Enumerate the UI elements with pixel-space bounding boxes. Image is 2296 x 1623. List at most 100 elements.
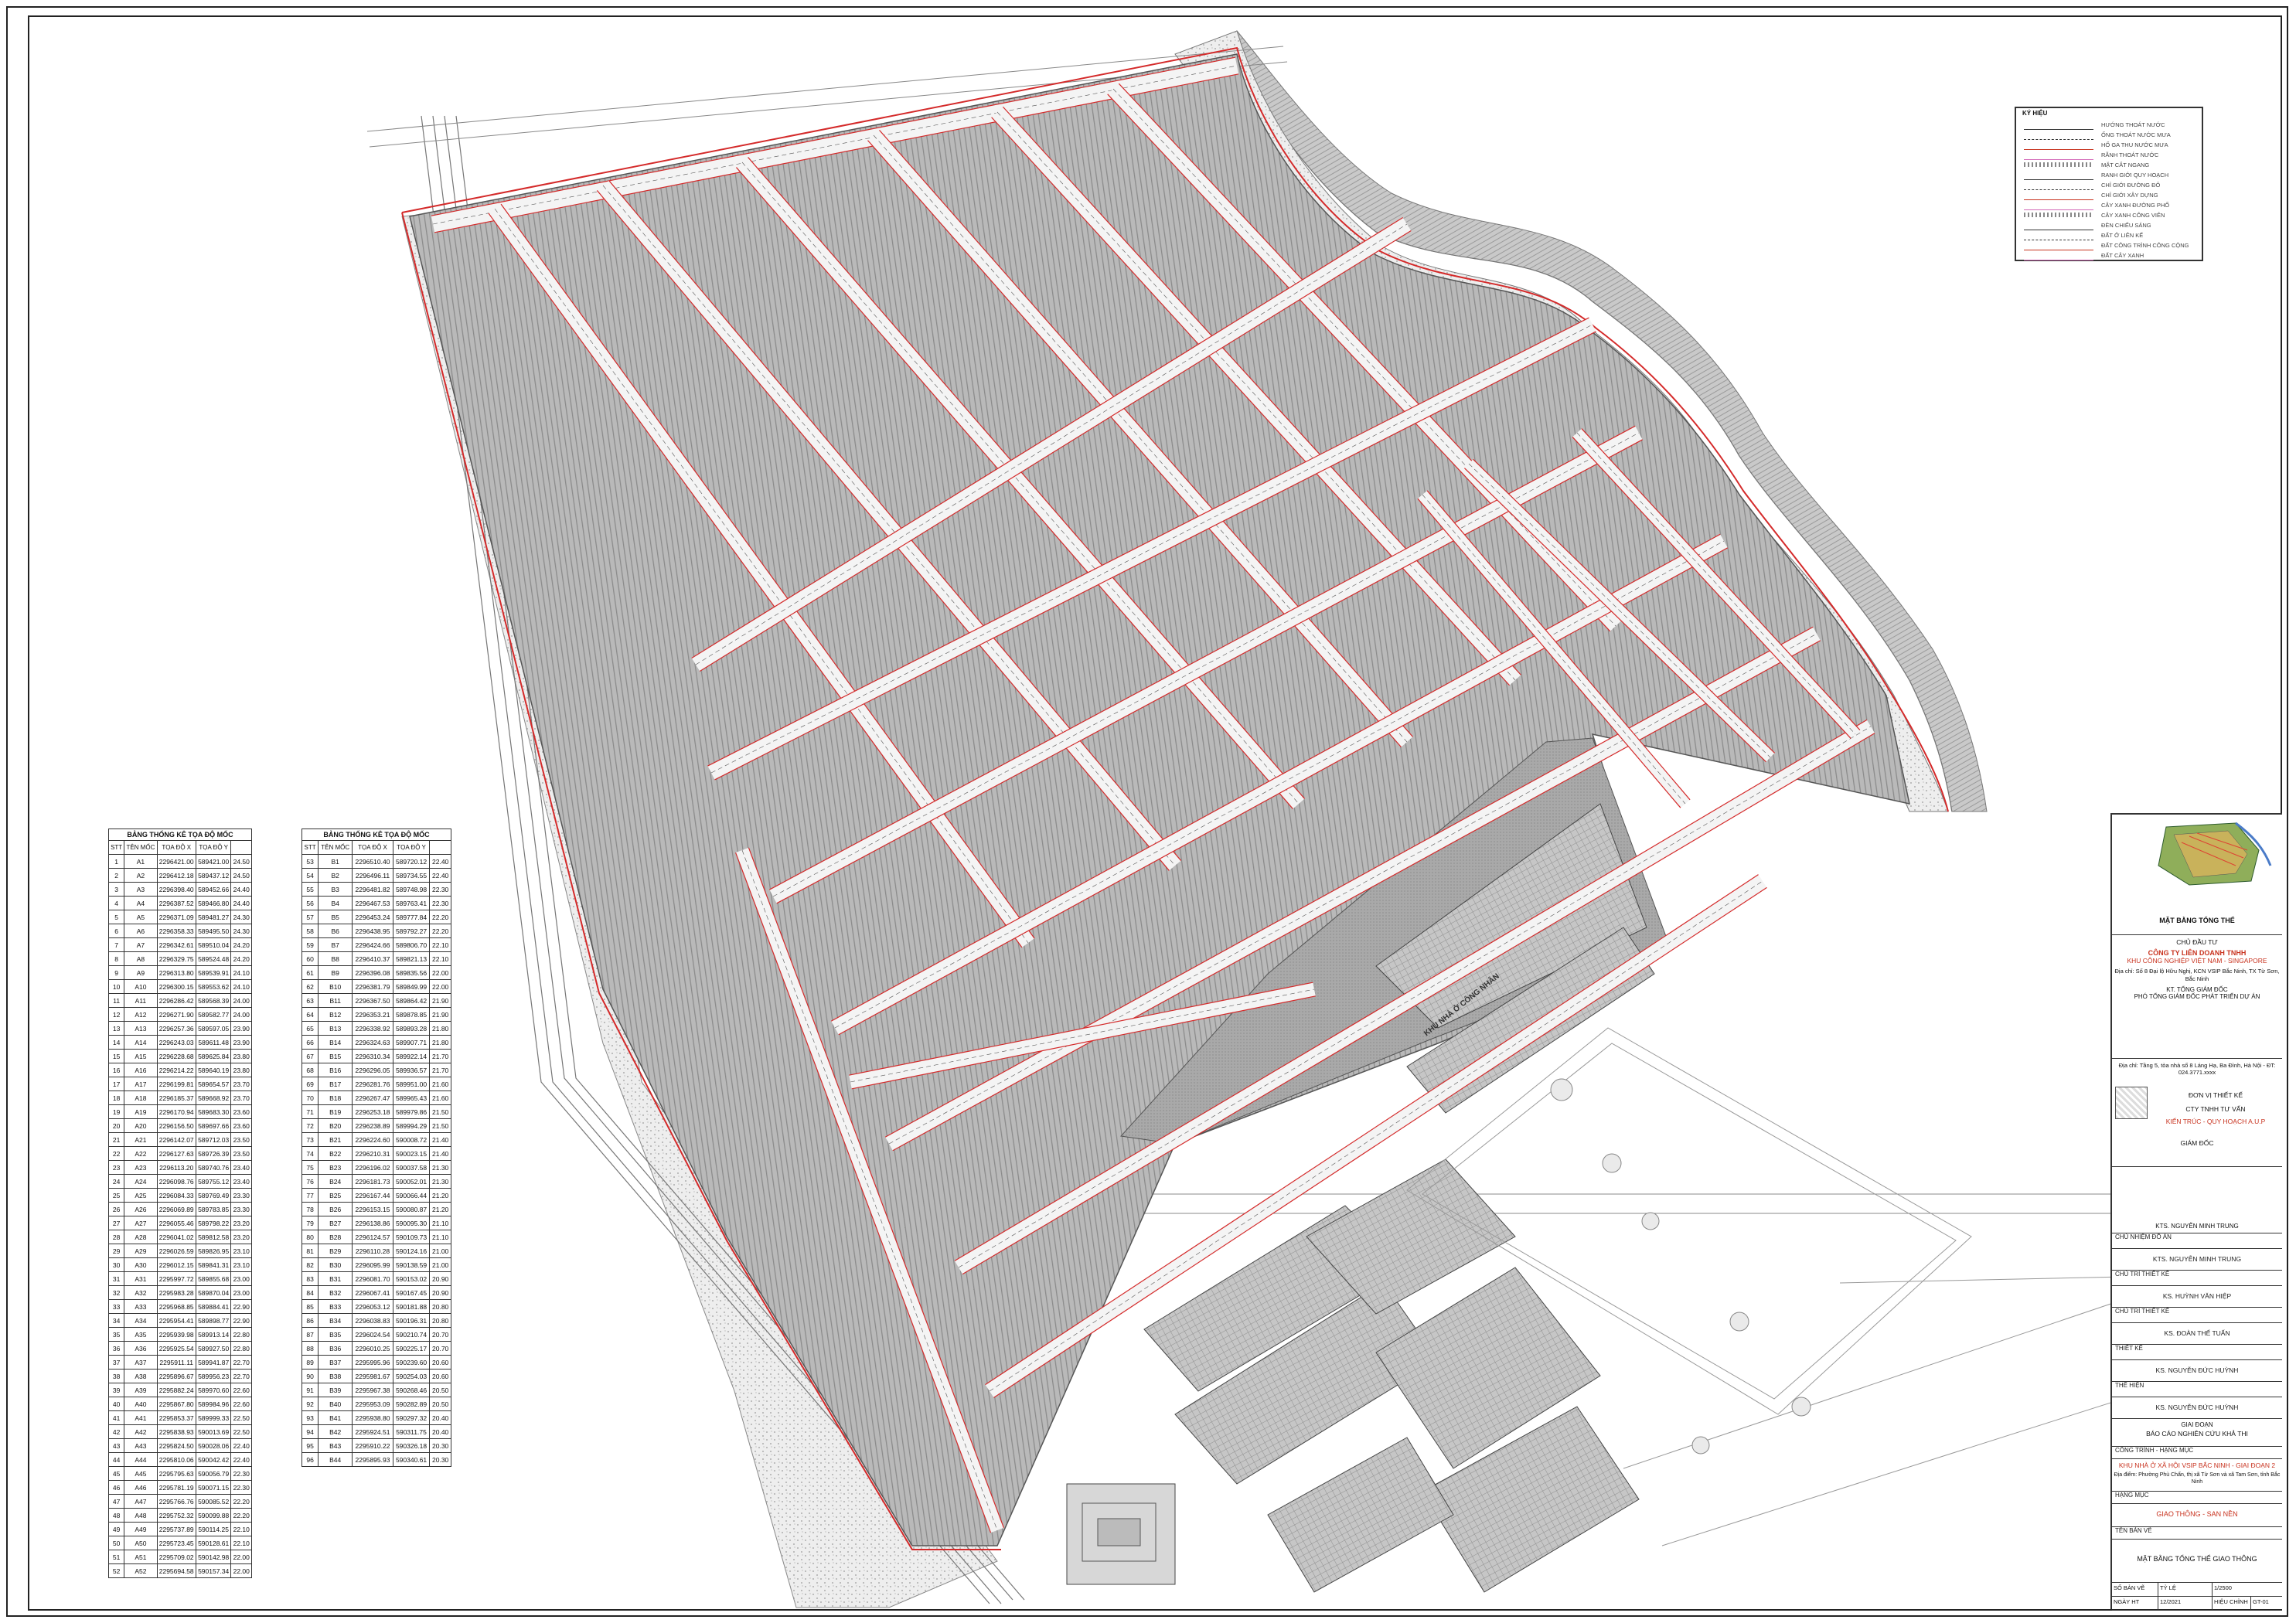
table-cell: 23.30 — [230, 1202, 252, 1216]
table-cell: 589826.95 — [195, 1244, 232, 1258]
table-cell: 589999.33 — [195, 1410, 232, 1425]
table-row: 13 A13 2296257.36 589597.05 23.90 — [107, 1021, 252, 1036]
sheet-info-row-1: SỐ BẢN VẼ TỶ LỆ 1/2500 — [2112, 1583, 2282, 1597]
director-name: KTS. NGUYỄN MINH TRUNG — [2155, 1223, 2239, 1230]
table-cell: A16 — [124, 1063, 158, 1077]
table-cell: 22.10 — [429, 937, 451, 952]
legend-item-label: HƯỚNG THOÁT NƯỚC — [2101, 121, 2165, 128]
table-cell: 2295766.76 — [156, 1494, 196, 1509]
table-cell: 589927.50 — [195, 1341, 232, 1356]
table-cell: B11 — [318, 993, 353, 1008]
table-cell: A28 — [124, 1230, 158, 1244]
table-cell: 68 — [301, 1063, 319, 1077]
table-cell: 23.70 — [230, 1091, 252, 1105]
table-row: 79 B27 2296138.86 590095.30 21.10 — [301, 1216, 451, 1230]
table-cell: 589994.29 — [392, 1118, 431, 1133]
table-cell: 2296453.24 — [352, 910, 393, 924]
table-cell: B38 — [318, 1369, 353, 1383]
table-cell: 2296228.68 — [156, 1049, 196, 1063]
table-row: 26 A26 2296069.89 589783.85 23.30 — [107, 1202, 252, 1216]
table-cell: 18 — [107, 1091, 125, 1105]
table-row: 38 A38 2295896.67 589956.23 22.70 — [107, 1369, 252, 1383]
table-cell: 2295781.19 — [156, 1480, 196, 1495]
table-cell: 29 — [107, 1244, 125, 1258]
chief-architect-label: CHỦ NHIỆM ĐỒ ÁN — [2115, 1233, 2172, 1240]
table-cell: B3 — [318, 882, 353, 897]
table-cell: 589481.27 — [195, 910, 232, 924]
table-cell: 59 — [301, 937, 319, 952]
table-cell: A9 — [124, 965, 158, 980]
table-cell: B42 — [318, 1424, 353, 1439]
table-cell: B23 — [318, 1160, 353, 1175]
table-cell: 22.50 — [230, 1410, 252, 1425]
table-header-cell: TÊN MỐC — [318, 840, 353, 855]
table-cell: 2296153.15 — [352, 1202, 393, 1216]
table-cell: 88 — [301, 1341, 319, 1356]
table-cell: 48 — [107, 1508, 125, 1523]
table-cell: 2295939.98 — [156, 1327, 196, 1342]
table-cell: 589777.84 — [392, 910, 431, 924]
table-cell: 589466.80 — [195, 896, 232, 910]
designer-label: THIẾT KẾ — [2115, 1345, 2143, 1352]
table-cell: 56 — [301, 896, 319, 910]
table-cell: 2296214.22 — [156, 1063, 196, 1077]
table-cell: 22.60 — [230, 1397, 252, 1411]
table-cell: 589812.58 — [195, 1230, 232, 1244]
table-cell: 2295968.85 — [156, 1299, 196, 1314]
table-cell: B35 — [318, 1327, 353, 1342]
table-cell: 2296053.12 — [352, 1299, 393, 1314]
investor-name-2: KHU CÔNG NGHIỆP VIỆT NAM - SINGAPORE — [2127, 957, 2267, 965]
table-cell: 35 — [107, 1327, 125, 1342]
table-row: 40 A40 2295867.80 589984.96 22.60 — [107, 1397, 252, 1411]
investor-rep: KT. TỔNG GIÁM ĐỐC — [2166, 986, 2228, 993]
table-cell: 590138.59 — [392, 1257, 431, 1272]
table-cell: A49 — [124, 1522, 158, 1536]
table-row: 3 A3 2296398.40 589452.66 24.40 — [107, 882, 252, 897]
table-cell: 589524.48 — [195, 951, 232, 966]
table-cell: B25 — [318, 1188, 353, 1203]
table-cell: 590023.15 — [392, 1146, 431, 1161]
table-row: 73 B21 2296224.60 590008.72 21.40 — [301, 1132, 451, 1147]
table-cell: 590099.88 — [195, 1508, 232, 1523]
table-cell: 30 — [107, 1257, 125, 1272]
table-cell: 20.50 — [429, 1397, 451, 1411]
table-cell: B17 — [318, 1077, 353, 1091]
table-cell: B43 — [318, 1438, 353, 1453]
table-cell: 590080.87 — [392, 1202, 431, 1216]
table-header-cell: TỌA ĐỘ Y — [392, 840, 431, 855]
phase-value: BÁO CÁO NGHIÊN CỨU KHẢ THI — [2146, 1430, 2248, 1438]
table-cell: 2296024.54 — [352, 1327, 393, 1342]
table-row: 55 B3 2296481.82 589748.98 22.30 — [301, 882, 451, 897]
table-cell: 47 — [107, 1494, 125, 1509]
designer-name-cell: KS. NGUYỄN ĐỨC HUỲNH — [2112, 1360, 2282, 1382]
table-cell: A22 — [124, 1146, 158, 1161]
table-cell: 23.80 — [230, 1049, 252, 1063]
table-cell: 26 — [107, 1202, 125, 1216]
table-row: 81 B29 2296110.28 590124.16 21.00 — [301, 1244, 451, 1258]
table-cell: 24.20 — [230, 951, 252, 966]
table-cell: 589421.00 — [195, 854, 232, 869]
table-cell: B12 — [318, 1007, 353, 1022]
table-cell: 83 — [301, 1271, 319, 1286]
table-cell: 22.20 — [230, 1508, 252, 1523]
table-cell: 589893.28 — [392, 1021, 431, 1036]
table-cell: 22.20 — [230, 1494, 252, 1509]
scale-value: 1/2500 — [2214, 1584, 2232, 1591]
table-cell: 589697.66 — [195, 1118, 232, 1133]
table-cell: 21 — [107, 1132, 125, 1147]
title-block: MẶT BẰNG TỔNG THỂ CHỦ ĐẦU TƯ CÔNG TY LIÊ… — [2110, 813, 2282, 1611]
table-cell: B29 — [318, 1244, 353, 1258]
table-row: 87 B35 2296024.54 590210.74 20.70 — [301, 1327, 451, 1342]
drawing-value: MẶT BẰNG TỔNG THỂ GIAO THÔNG — [2137, 1555, 2257, 1563]
table-cell: 590181.88 — [392, 1299, 431, 1314]
table-cell: 590124.16 — [392, 1244, 431, 1258]
table-cell: 589913.14 — [195, 1327, 232, 1342]
table-cell: 2295824.50 — [156, 1438, 196, 1453]
table-row: 46 A46 2295781.19 590071.15 22.30 — [107, 1480, 252, 1495]
table-header-cell: STT — [107, 840, 125, 855]
table-row: 23 A23 2296113.20 589740.76 23.40 — [107, 1160, 252, 1175]
coordinate-table-left-title: BẢNG THỐNG KÊ TỌA ĐỘ MỐC — [108, 829, 252, 840]
dash-legend-icon — [2024, 171, 2093, 180]
table-cell: 90 — [301, 1369, 319, 1383]
legend-item-label: CHỈ GIỚI XÂY DỰNG — [2101, 192, 2158, 199]
